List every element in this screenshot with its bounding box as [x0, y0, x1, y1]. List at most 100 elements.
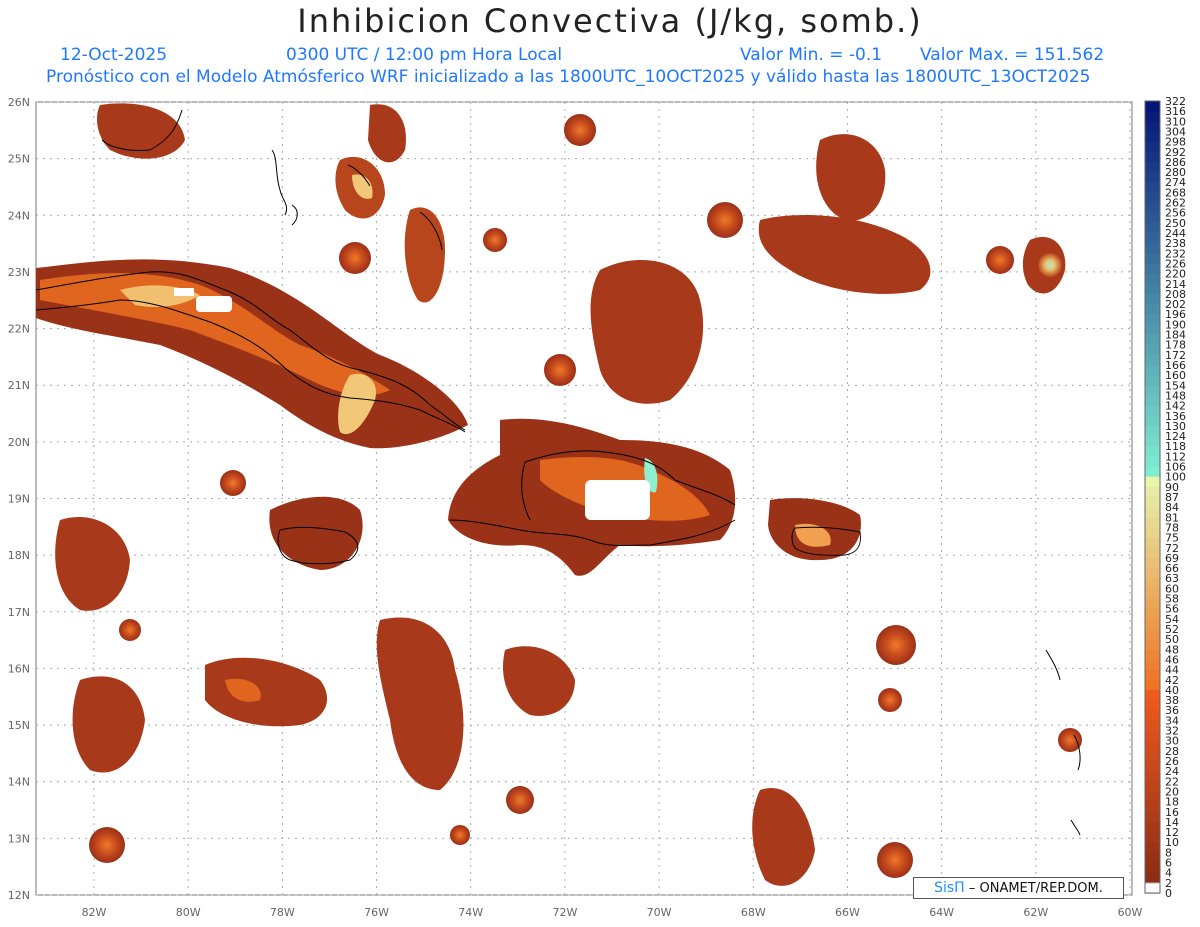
lat-tick-label: 22N [8, 323, 30, 336]
colorbar-swatch [1145, 334, 1160, 346]
lat-tick-label: 21N [8, 379, 30, 392]
cin-area-spot-12 [544, 354, 576, 386]
colorbar-label: 0 [1165, 887, 1172, 900]
colorbar-swatch [1145, 649, 1160, 661]
colorbar-swatch [1145, 507, 1160, 518]
lon-tick-label: 74W [458, 906, 483, 919]
colorbar-swatch [1145, 344, 1160, 356]
colorbar-swatch [1145, 486, 1160, 498]
colorbar-swatch [1145, 629, 1160, 640]
lon-tick-label: 64W [929, 906, 954, 919]
lat-tick-label: 19N [8, 493, 30, 506]
lat-tick-label: 12N [8, 889, 30, 902]
cin-gap-cuba-1 [196, 296, 232, 312]
colorbar-swatch [1145, 862, 1160, 874]
cin-shading [36, 103, 1082, 886]
lat-tick-label: 25N [8, 153, 30, 166]
cin-area-west-1 [55, 516, 130, 611]
colorbar-swatch [1145, 446, 1160, 457]
colorbar-swatch [1145, 161, 1160, 173]
lat-tick-label: 14N [8, 776, 30, 789]
cin-area-spot-16 [1038, 253, 1062, 277]
colorbar-swatch [1145, 557, 1160, 569]
longitude-tick-labels: 82W 80W 78W 76W 74W 72W 70W 68W 66W 64W 62W 60W [82, 906, 1143, 919]
colorbar-swatch [1145, 233, 1160, 244]
colorbar-swatch [1145, 324, 1160, 336]
cin-area-spot-15 [506, 786, 534, 814]
cin-area-spot-6 [986, 246, 1014, 274]
colorbar-swatch [1145, 618, 1160, 630]
colorbar-swatch [1145, 710, 1160, 721]
colorbar-swatch [1145, 456, 1160, 468]
colorbar-swatch [1145, 415, 1160, 427]
credit-text: – ONAMET/REP.DOM. [968, 881, 1103, 896]
colorbar-swatch [1145, 821, 1160, 833]
colorbar-swatch [1145, 811, 1160, 823]
colorbar-swatch [1145, 527, 1160, 539]
lat-tick-label: 13N [8, 832, 30, 845]
cin-area-south-1 [376, 617, 464, 790]
lon-tick-label: 80W [176, 906, 201, 919]
colorbar-swatch [1145, 405, 1160, 417]
colorbar-swatch [1145, 689, 1160, 701]
colorbar-swatch [1145, 578, 1160, 589]
cin-area-spot-10 [877, 842, 913, 878]
colorbar-swatch [1145, 730, 1160, 742]
cin-area-south-3 [502, 646, 575, 716]
colorbar-swatch [1145, 436, 1160, 447]
colorbar-swatch [1145, 801, 1160, 813]
colorbar-swatch [1145, 375, 1160, 386]
colorbar-swatch [1145, 547, 1160, 559]
colorbar-swatch [1145, 253, 1160, 265]
credit-box: SisΠ – ONAMET/REP.DOM. [913, 877, 1124, 899]
lat-tick-label: 16N [8, 662, 30, 675]
colorbar-swatch [1145, 852, 1160, 864]
colorbar-swatch-zero [1144, 882, 1161, 894]
colorbar-swatch [1145, 101, 1160, 112]
colorbar-swatch [1145, 385, 1160, 397]
lat-tick-label: 23N [8, 266, 30, 279]
coastline-andros [271, 149, 298, 226]
colorbar-swatch [1145, 395, 1160, 407]
lon-tick-label: 70W [647, 906, 672, 919]
colorbar-swatch [1145, 354, 1160, 366]
colorbar: 3223163103042982922862802742682622562502… [1144, 95, 1186, 900]
colorbar-swatch [1145, 273, 1160, 285]
cin-area-spot-11 [707, 202, 743, 238]
colorbar-swatch [1145, 750, 1160, 762]
cin-area-jamaica [269, 496, 363, 570]
cin-area-west-2 [72, 676, 145, 773]
colorbar-swatch [1145, 537, 1160, 549]
lon-tick-label: 76W [364, 906, 389, 919]
map-canvas: 26N 25N 24N 23N 22N 21N 20N 19N 18N 17N 16N 15N 14N 1… [8, 95, 1186, 919]
colorbar-swatch [1145, 842, 1160, 853]
colorbar-swatch [1145, 781, 1160, 793]
colorbar-swatch [1145, 212, 1160, 224]
colorbar-swatch [1145, 466, 1160, 478]
colorbar-swatch [1145, 314, 1160, 325]
colorbar-swatch [1145, 131, 1160, 143]
colorbar-swatch [1145, 761, 1160, 772]
cin-area-spot-9 [1058, 728, 1082, 752]
colorbar-swatch [1145, 425, 1160, 437]
cin-area-spot-1 [89, 827, 125, 863]
cin-gap-cuba-2 [174, 288, 194, 296]
lon-tick-label: 66W [835, 906, 860, 919]
colorbar-swatch [1145, 192, 1160, 204]
colorbar-swatch [1145, 791, 1160, 803]
colorbar-swatch [1145, 293, 1160, 305]
colorbar-swatch [1145, 243, 1160, 254]
colorbar-swatch [1145, 659, 1160, 671]
colorbar-swatch [1145, 872, 1160, 884]
cin-gap-hispaniola [585, 480, 650, 520]
colorbar-swatch [1145, 141, 1160, 153]
colorbar-swatch [1145, 588, 1160, 600]
colorbar-swatch [1145, 121, 1160, 133]
colorbar-swatch [1145, 497, 1160, 508]
lat-tick-label: 24N [8, 209, 30, 222]
colorbar-swatch [1145, 639, 1160, 650]
colorbar-swatch [1145, 111, 1160, 122]
lat-tick-label: 26N [8, 96, 30, 109]
colorbar-swatch [1145, 740, 1160, 752]
lon-tick-label: 78W [270, 906, 295, 919]
